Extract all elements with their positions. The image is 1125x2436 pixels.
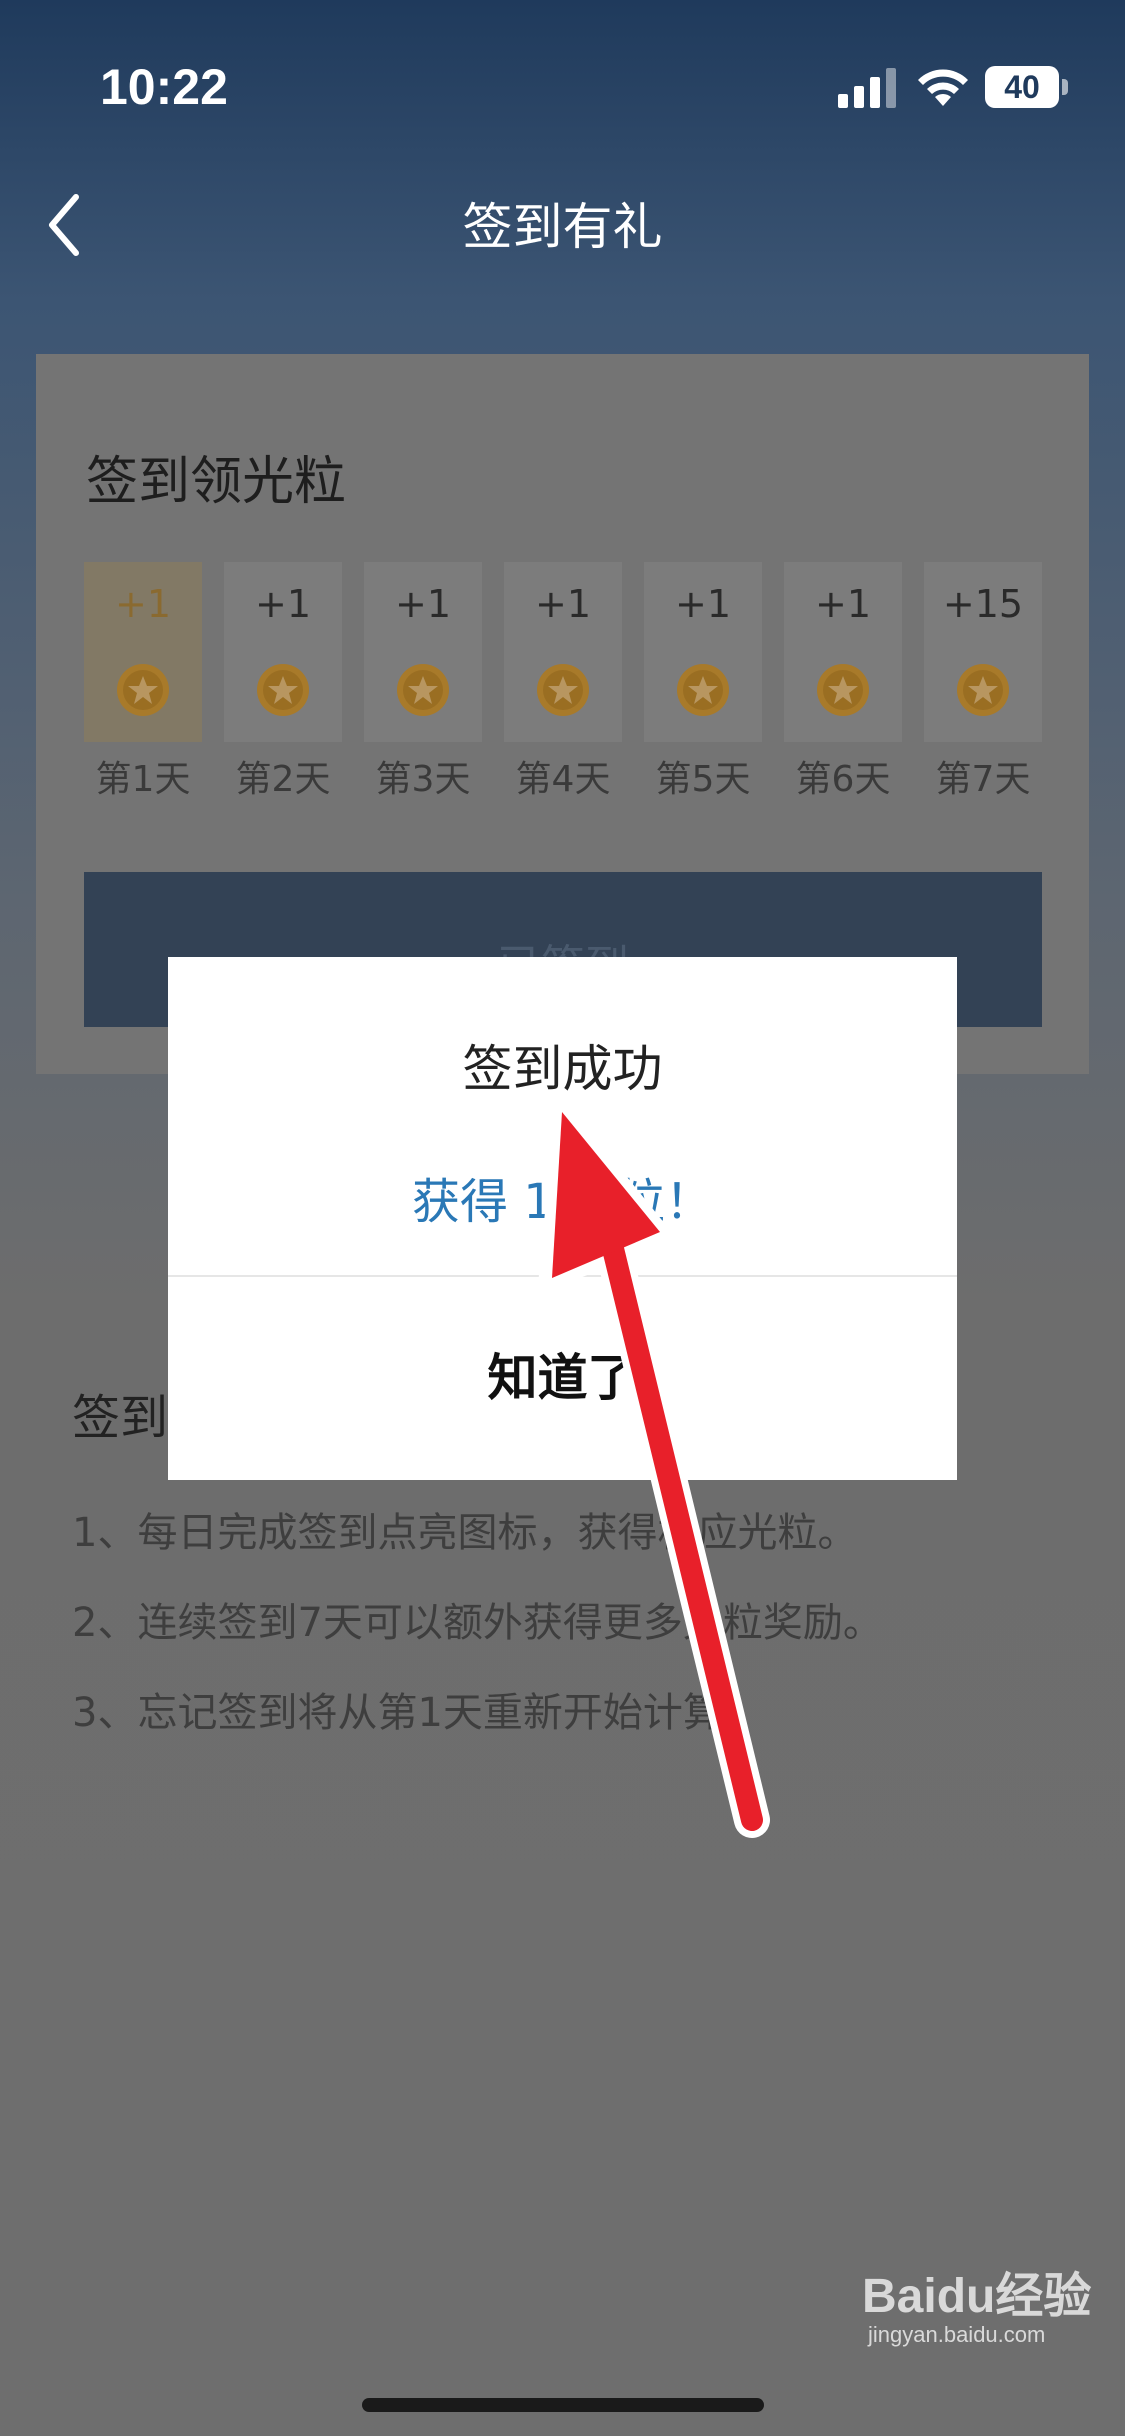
- day-label: 第6天: [795, 759, 891, 800]
- day-item-6: +1 第6天: [784, 562, 902, 812]
- watermark-logo: Baidu经验: [862, 2270, 1092, 2323]
- battery-icon: 40: [985, 66, 1068, 108]
- dialog-title: 签到成功: [462, 1040, 663, 1098]
- success-dialog: 签到成功 获得 1 光粒！ 知道了: [168, 957, 957, 1480]
- coin-icon: [957, 664, 1009, 716]
- coin-icon: [817, 664, 869, 716]
- coin-icon: [257, 664, 309, 716]
- day-label: 第4天: [515, 759, 611, 800]
- day-label: 第3天: [375, 759, 471, 800]
- day-label: 第5天: [655, 759, 751, 800]
- baidu-watermark: Baidu经验 jingyan.baidu.com: [862, 2246, 1102, 2356]
- day-points: +1: [534, 582, 592, 626]
- day-item-1: +1 第1天: [84, 562, 202, 812]
- dialog-ok-button[interactable]: 知道了: [168, 1277, 957, 1480]
- home-indicator[interactable]: [362, 2398, 764, 2412]
- status-bar: 10:22 40: [0, 0, 1125, 175]
- coin-icon: [397, 664, 449, 716]
- cellular-signal-icon: [838, 68, 896, 108]
- checkin-days: +1 第1天 +1 第2天 +1 第3天 +1 第4天 +1 第5天 +1 第6…: [84, 562, 1054, 812]
- day-item-7: +15 第7天: [924, 562, 1042, 812]
- coin-icon: [677, 664, 729, 716]
- nav-bar: 签到有礼: [0, 175, 1125, 305]
- checkin-title: 签到领光粒: [86, 452, 347, 512]
- day-points: +1: [394, 582, 452, 626]
- rule-item: 1、每日完成签到点亮图标，获得相应光粒。: [72, 1510, 858, 1556]
- dialog-message: 获得 1 光粒！: [411, 1174, 714, 1230]
- status-time: 10:22: [100, 59, 228, 115]
- day-label: 第2天: [235, 759, 331, 800]
- coin-icon: [117, 664, 169, 716]
- day-points: +1: [814, 582, 872, 626]
- rules-title: 签到: [72, 1390, 169, 1446]
- day-points: +15: [942, 582, 1024, 626]
- day-points: +1: [254, 582, 312, 626]
- rule-item: 2、连续签到7天可以额外获得更多光粒奖励。: [72, 1600, 883, 1646]
- day-label: 第1天: [95, 759, 191, 800]
- day-points: +1: [674, 582, 732, 626]
- day-points: +1: [114, 582, 172, 626]
- coin-icon: [537, 664, 589, 716]
- rule-item: 3、忘记签到将从第1天重新开始计算。: [72, 1690, 763, 1736]
- wifi-icon: [918, 69, 968, 106]
- day-item-3: +1 第3天: [364, 562, 482, 812]
- day-label: 第7天: [935, 759, 1031, 800]
- day-item-4: +1 第4天: [504, 562, 622, 812]
- page-title: 签到有礼: [462, 198, 663, 256]
- battery-level: 40: [985, 66, 1059, 108]
- day-item-5: +1 第5天: [644, 562, 762, 812]
- day-item-2: +1 第2天: [224, 562, 342, 812]
- watermark-url: jingyan.baidu.com: [868, 2322, 1046, 2347]
